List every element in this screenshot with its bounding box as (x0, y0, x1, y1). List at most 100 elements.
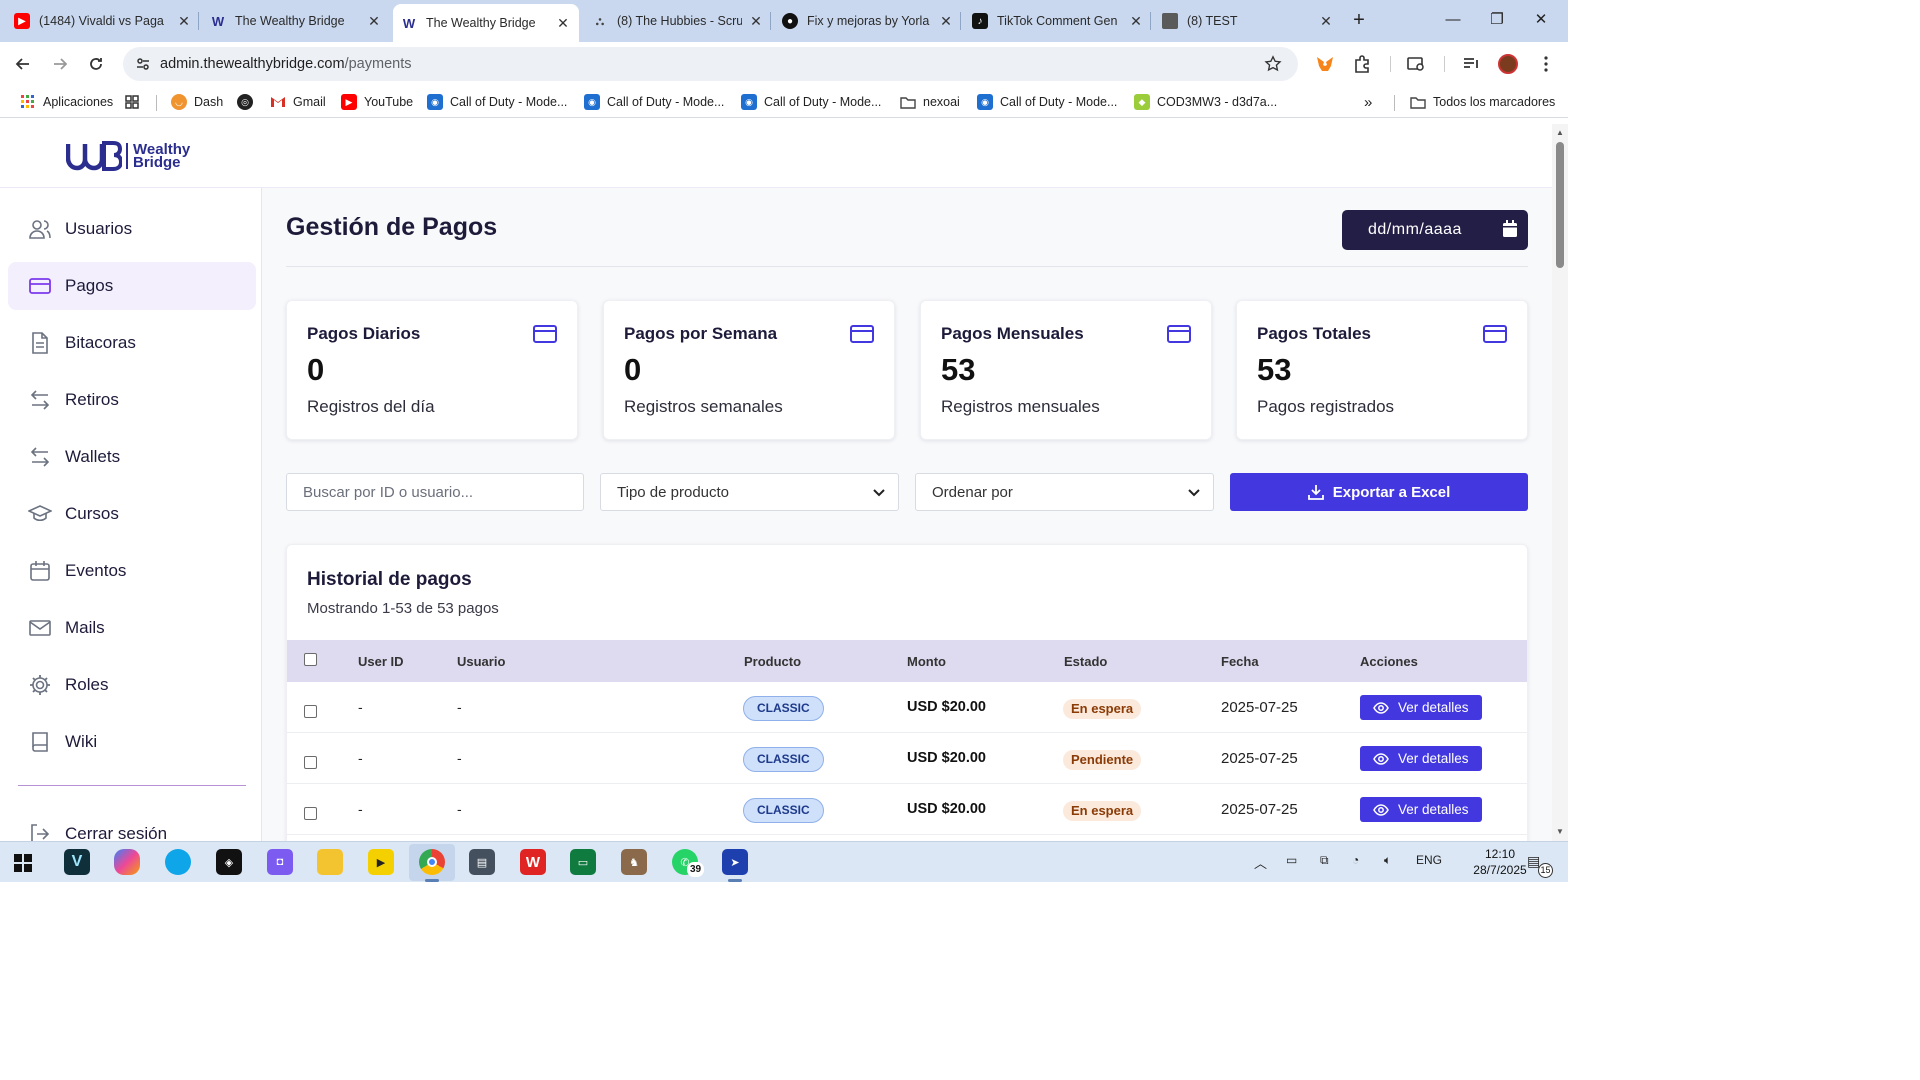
sidebar-item-wiki[interactable]: Wiki (8, 718, 256, 766)
sidebar-item-bitacoras[interactable]: Bitacoras (8, 319, 256, 367)
media-control-icon[interactable] (1461, 54, 1481, 74)
sidebar-item-pagos[interactable]: Pagos (8, 262, 256, 310)
column-header[interactable]: Fecha (1221, 654, 1259, 669)
order-by-select[interactable]: Ordenar por (915, 473, 1214, 511)
send-app-icon[interactable]: ➤ (722, 849, 748, 875)
tab-4[interactable]: ⛬ (8) The Hubbies - Scru ✕ (592, 6, 764, 36)
capcut-app-icon[interactable]: ◈ (216, 849, 242, 875)
tray-overflow-icon[interactable]: ︿ (1254, 853, 1267, 872)
windows-start-icon[interactable] (14, 854, 32, 872)
column-header[interactable]: Usuario (457, 654, 505, 669)
page-scrollbar[interactable]: ▲ ▼ (1552, 124, 1568, 841)
view-details-button[interactable]: Ver detalles (1360, 797, 1482, 822)
bookmark-cod-3[interactable]: ◉ Call of Duty - Mode... (741, 94, 881, 110)
bookmark-aplicaciones[interactable]: Aplicaciones (20, 94, 113, 110)
select-all-checkbox[interactable] (304, 653, 317, 666)
copilot-app-icon[interactable] (114, 849, 140, 875)
wps-app-icon[interactable]: W (520, 849, 546, 875)
calendar-icon[interactable] (1502, 220, 1518, 238)
close-icon[interactable]: ✕ (938, 13, 954, 29)
edge-app-icon[interactable] (165, 849, 191, 875)
meet-now-icon[interactable]: ⧉ (1320, 853, 1329, 868)
bookmark-cod-2[interactable]: ◉ Call of Duty - Mode... (584, 94, 724, 110)
site-settings-icon[interactable] (135, 56, 151, 72)
logo[interactable]: Wealthy Bridge (66, 140, 190, 172)
column-header[interactable]: User ID (358, 654, 404, 669)
bookmark-star-icon[interactable] (1264, 55, 1282, 73)
volume-icon[interactable]: 🔈︎ (1384, 853, 1391, 868)
system-clock[interactable]: 12:10 28/7/2025 (1470, 846, 1530, 878)
new-tab-button[interactable]: + (1349, 10, 1369, 30)
tab-2[interactable]: W The Wealthy Bridge ✕ (210, 6, 382, 36)
column-header[interactable]: Estado (1064, 654, 1107, 669)
sidebar-item-cursos[interactable]: Cursos (8, 490, 256, 538)
profile-avatar[interactable] (1498, 54, 1518, 74)
bookmark-cod3mw3[interactable]: ◆ COD3MW3 - d3d7a... (1134, 94, 1277, 110)
export-excel-button[interactable]: Exportar a Excel (1230, 473, 1528, 511)
bookmark-grid[interactable] (124, 94, 147, 110)
bookmark-globe[interactable]: ◎ (237, 94, 260, 110)
logout-button[interactable]: Cerrar sesión (8, 810, 256, 841)
tab-1[interactable]: ▶ (1484) Vivaldi vs Paga ✕ (14, 6, 192, 36)
row-checkbox[interactable] (304, 756, 317, 769)
restore-icon[interactable]: ❐ (1487, 10, 1507, 30)
tab-5[interactable]: ● Fix y mejoras by Yorla ✕ (782, 6, 954, 36)
sidebar-item-roles[interactable]: Roles (8, 661, 256, 709)
row-checkbox[interactable] (304, 807, 317, 820)
close-icon[interactable]: ✕ (366, 13, 382, 29)
sidebar-item-retiros[interactable]: Retiros (8, 376, 256, 424)
scroll-up-icon[interactable]: ▲ (1556, 128, 1564, 137)
window-close-icon[interactable]: ✕ (1531, 10, 1551, 30)
close-icon[interactable]: ✕ (1128, 13, 1144, 29)
forward-icon[interactable] (50, 54, 70, 74)
notes-app-icon[interactable]: ◘ (267, 849, 293, 875)
bookmark-cod-1[interactable]: ◉ Call of Duty - Mode... (427, 94, 567, 110)
battery-icon[interactable]: ▭ (1286, 853, 1297, 867)
bookmark-gmail[interactable]: Gmail (270, 94, 326, 110)
sidebar-item-mails[interactable]: Mails (8, 604, 256, 652)
bookmarks-overflow-icon[interactable]: » (1364, 94, 1372, 111)
close-icon[interactable]: ✕ (555, 15, 571, 31)
sidebar-item-eventos[interactable]: Eventos (8, 547, 256, 595)
vivaldi-app-icon[interactable]: V (64, 849, 90, 875)
tab-3-active[interactable]: W The Wealthy Bridge ✕ (393, 4, 579, 42)
column-header[interactable]: Producto (744, 654, 801, 669)
close-icon[interactable]: ✕ (176, 13, 192, 29)
bookmark-nexoai[interactable]: nexoai (900, 94, 960, 110)
url-text[interactable]: admin.thewealthybridge.com/payments (160, 56, 411, 72)
search-input[interactable]: Buscar por ID o usuario... (286, 473, 584, 511)
monitor-app-icon[interactable]: ▭ (570, 849, 596, 875)
all-bookmarks[interactable]: Todos los marcadores (1410, 94, 1555, 110)
back-icon[interactable] (13, 54, 33, 74)
column-header[interactable]: Monto (907, 654, 946, 669)
scrollbar-thumb[interactable] (1556, 142, 1564, 268)
extensions-icon[interactable] (1352, 54, 1372, 74)
wifi-icon[interactable]: ◔ (1352, 853, 1359, 867)
close-icon[interactable]: ✕ (748, 13, 764, 29)
sidebar-item-wallets[interactable]: Wallets (8, 433, 256, 481)
file-explorer-icon[interactable] (317, 849, 343, 875)
address-bar[interactable]: admin.thewealthybridge.com/payments (123, 47, 1298, 81)
scroll-down-icon[interactable]: ▼ (1556, 827, 1564, 836)
tab-6[interactable]: ♪ TikTok Comment Gen ✕ (972, 6, 1144, 36)
game-app-icon[interactable]: ♞ (621, 849, 647, 875)
close-icon[interactable]: ✕ (1318, 13, 1334, 29)
chrome-app-icon[interactable] (419, 849, 445, 875)
language-indicator[interactable]: ENG (1416, 853, 1442, 867)
metamask-icon[interactable] (1315, 54, 1335, 74)
bookmark-youtube[interactable]: ▶ YouTube (341, 94, 413, 110)
minimize-icon[interactable]: — (1443, 10, 1463, 30)
player-app-icon[interactable]: ▶ (368, 849, 394, 875)
sidebar-item-usuarios[interactable]: Usuarios (8, 205, 256, 253)
reload-icon[interactable] (86, 54, 106, 74)
terminal-app-icon[interactable]: ▤ (469, 849, 495, 875)
menu-kebab-icon[interactable] (1536, 54, 1556, 74)
bookmark-dash[interactable]: ◡ Dash (171, 94, 223, 110)
date-filter-input[interactable]: dd/mm/aaaa (1342, 210, 1528, 250)
bookmark-cod-4[interactable]: ◉ Call of Duty - Mode... (977, 94, 1117, 110)
product-type-select[interactable]: Tipo de producto (600, 473, 899, 511)
view-details-button[interactable]: Ver detalles (1360, 695, 1482, 720)
tab-search-icon[interactable] (1406, 54, 1426, 74)
tab-7[interactable]: (8) TEST ✕ (1162, 6, 1334, 36)
row-checkbox[interactable] (304, 705, 317, 718)
